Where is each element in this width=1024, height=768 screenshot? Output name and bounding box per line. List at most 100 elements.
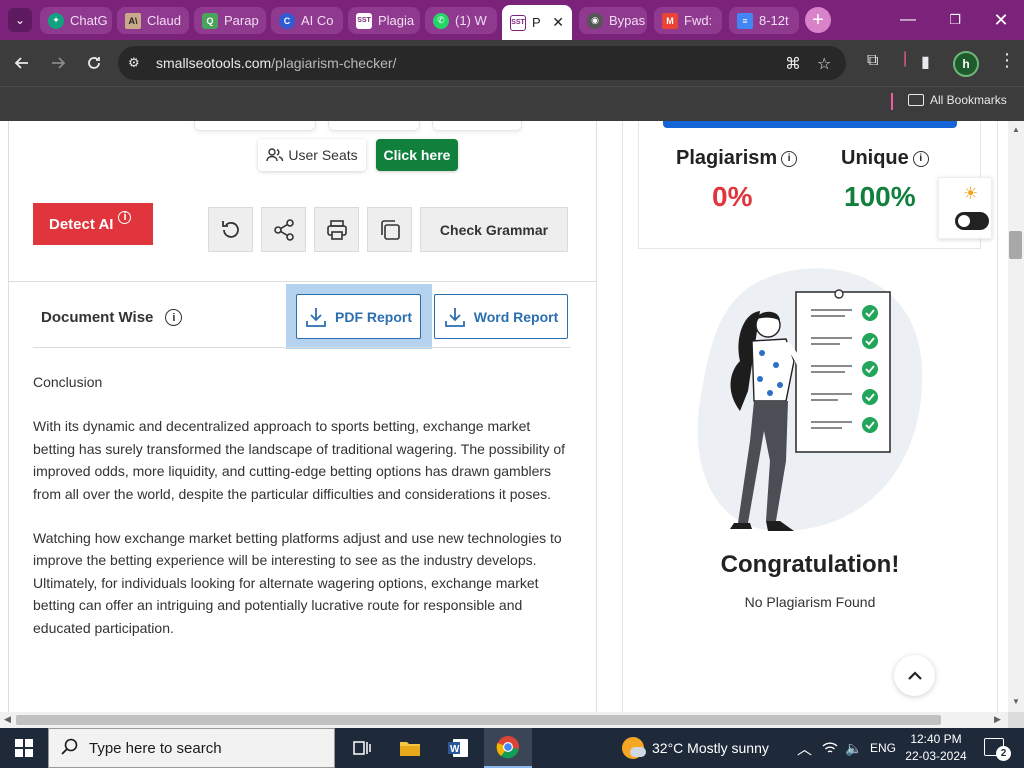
dark-mode-switch[interactable] [955, 212, 989, 230]
start-over-button[interactable] [208, 207, 253, 252]
weather-widget[interactable]: 32°C Mostly sunny [622, 728, 769, 768]
word-report-button[interactable]: Word Report [434, 294, 568, 339]
info-icon[interactable]: i [912, 150, 929, 167]
anthropic-icon: A\ [125, 12, 141, 29]
scroll-left-arrow-icon[interactable]: ◀ [4, 714, 11, 725]
share-button[interactable] [261, 207, 306, 252]
chevron-up-icon [907, 670, 922, 680]
click-here-button[interactable]: Click here [376, 139, 458, 171]
back-button[interactable] [10, 51, 34, 75]
check-grammar-button[interactable]: Check Grammar [420, 207, 568, 252]
restore-button[interactable]: ❐ [935, 8, 975, 32]
scroll-up-arrow-icon[interactable]: ▲ [1012, 125, 1020, 134]
taskbar-clock[interactable]: 12:40 PM 22-03-2024 [900, 731, 972, 765]
paragraph-heading: Conclusion [33, 374, 103, 390]
address-bar[interactable]: ⚙ smallseotools.com/plagiarism-checker/ … [118, 46, 846, 80]
file-explorer-button[interactable] [386, 728, 434, 768]
new-tab-button[interactable]: + [805, 7, 831, 33]
reload-button[interactable] [82, 51, 106, 75]
tab-ai-content[interactable]: C AI Co [271, 7, 343, 34]
tab-paraphraser[interactable]: Q Parap [194, 7, 266, 34]
close-window-button[interactable]: ✕ [981, 8, 1021, 32]
volume-icon[interactable]: 🔈 [845, 728, 862, 768]
printer-icon [326, 219, 347, 240]
start-button[interactable] [0, 728, 48, 768]
scrollbar-thumb[interactable] [1009, 231, 1022, 259]
scroll-down-arrow-icon[interactable]: ▼ [1012, 697, 1020, 706]
svg-text:W: W [450, 744, 460, 755]
paragraph: With its dynamic and decentralized appro… [33, 418, 566, 502]
tab-docs[interactable]: ≡ 8-12t [729, 7, 799, 34]
offscreen-button[interactable] [328, 121, 420, 131]
profile-avatar[interactable]: h [953, 51, 979, 77]
info-icon[interactable]: i [165, 309, 183, 326]
tab-search-button[interactable]: ⌄ [8, 8, 32, 32]
notification-center-button[interactable]: 2 [984, 738, 1011, 761]
whatsapp-icon: ✆ [433, 12, 449, 29]
menu-kebab-icon[interactable]: ⋮ [998, 50, 1016, 71]
scroll-right-arrow-icon[interactable]: ▶ [994, 714, 1001, 725]
tab-claude[interactable]: A\ Claud [117, 7, 189, 34]
arrow-right-icon [52, 57, 66, 69]
scrollbar-thumb[interactable] [16, 715, 941, 725]
tab-whatsapp[interactable]: ✆ (1) W [425, 7, 497, 34]
paragraph: Watching how exchange market betting pla… [33, 530, 562, 636]
vertical-scrollbar[interactable]: ▲ ▼ [1008, 121, 1024, 712]
bookmarks-bar: All Bookmarks [0, 86, 1024, 121]
detect-ai-button[interactable]: Detect AI i [33, 203, 153, 245]
tab-bypass[interactable]: ◉ Bypas [579, 7, 647, 34]
pdf-report-button[interactable]: PDF Report [296, 294, 421, 339]
show-hidden-icons-button[interactable]: ︿ [797, 728, 812, 768]
extensions-icon[interactable]: ⧉ [867, 52, 878, 70]
unique-value: 100% [844, 181, 916, 212]
tab-chatgpt[interactable]: ✦ ChatG [40, 7, 112, 34]
sun-icon: ☀ [963, 184, 979, 203]
info-icon[interactable]: i [118, 210, 132, 224]
word-app-button[interactable]: W [434, 728, 482, 768]
side-panel-icon[interactable]: ▮ [921, 52, 930, 72]
language-indicator[interactable]: ENG [870, 728, 896, 768]
tab-plagiarism-checker-active[interactable]: SST P ✕ [502, 5, 572, 40]
task-view-button[interactable] [338, 728, 386, 768]
offscreen-button[interactable] [194, 121, 316, 131]
translate-icon[interactable]: ⌘ [785, 54, 801, 74]
tab-plagiarism[interactable]: SST Plagia [348, 7, 420, 34]
tab-strip: ⌄ ✦ ChatG A\ Claud Q Parap C AI Co SST P… [0, 0, 1024, 40]
tab-gmail[interactable]: M Fwd: [654, 7, 722, 34]
score-card [638, 121, 981, 249]
minimize-button[interactable]: — [888, 8, 928, 32]
forward-button[interactable] [46, 51, 70, 75]
scroll-to-top-button[interactable] [894, 655, 935, 696]
copy-button[interactable] [367, 207, 412, 252]
site-info-icon[interactable]: ⚙ [128, 55, 144, 71]
horizontal-scrollbar[interactable]: ◀ ▶ [0, 712, 1008, 728]
page-viewport: User Seats Click here Detect AI i Check … [0, 121, 1008, 712]
offscreen-button[interactable] [432, 121, 522, 131]
theme-toggle[interactable]: ☀ [938, 177, 992, 239]
plagiarism-value: 0% [712, 181, 753, 212]
gmail-icon: M [662, 12, 678, 29]
bookmark-star-icon[interactable]: ☆ [817, 54, 831, 74]
share-icon [273, 218, 294, 241]
taskbar-search-input[interactable]: Type here to search [48, 728, 335, 768]
network-icon[interactable] [822, 728, 838, 768]
chrome-app-button[interactable] [484, 728, 532, 768]
arrow-left-icon [14, 57, 28, 69]
progress-bar [663, 121, 957, 128]
download-icon [306, 307, 326, 327]
reload-icon [88, 57, 100, 69]
checked-text: Conclusion With its dynamic and decentra… [33, 371, 573, 661]
url-text: smallseotools.com/plagiarism-checker/ [156, 55, 397, 71]
browser-toolbar: ⚙ smallseotools.com/plagiarism-checker/ … [0, 40, 1024, 86]
windows-logo-icon [15, 739, 33, 757]
print-button[interactable] [314, 207, 359, 252]
close-tab-icon[interactable]: ✕ [552, 14, 564, 31]
checklist-illustration-icon [697, 268, 923, 531]
undetectable-icon: ◉ [587, 12, 603, 29]
bookmarks-divider [891, 93, 893, 110]
user-seats-button[interactable]: User Seats [258, 139, 366, 171]
info-icon[interactable]: i [781, 150, 798, 167]
users-icon [266, 148, 284, 162]
all-bookmarks-button[interactable]: All Bookmarks [908, 93, 1007, 107]
windows-taskbar: Type here to search W 32°C Mostly sunny … [0, 728, 1024, 768]
